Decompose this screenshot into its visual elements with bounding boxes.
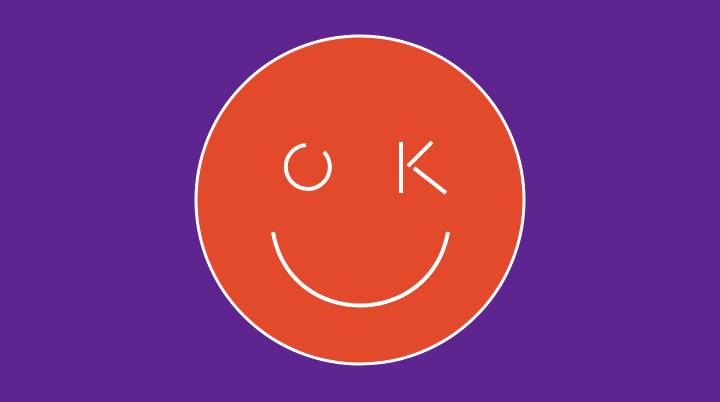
smiley-face-circle <box>194 34 526 366</box>
ok-smiley-logo <box>194 34 526 366</box>
background-canvas <box>0 0 720 402</box>
